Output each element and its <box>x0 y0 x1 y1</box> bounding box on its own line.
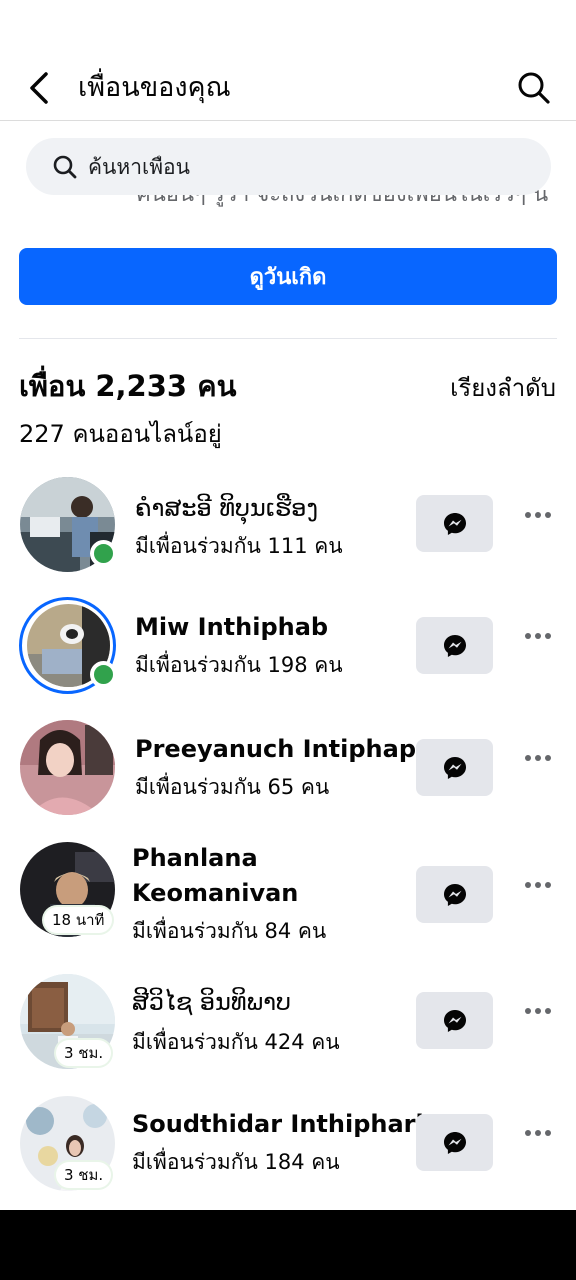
mutual-friends-count: มีเพื่อนร่วมกัน 424 คน <box>132 1030 340 1054</box>
sort-button[interactable]: เรียงลำดับ <box>450 368 556 408</box>
messenger-icon <box>443 634 466 657</box>
friend-name-line2[interactable]: Keomanivan <box>132 875 298 911</box>
friend-search-input[interactable] <box>88 154 488 179</box>
search-button[interactable] <box>514 66 554 110</box>
message-button[interactable] <box>416 495 493 552</box>
friend-row[interactable]: Preeyanuch Intiphap มีเพื่อนร่วมกัน 65 ค… <box>0 713 576 823</box>
friend-row[interactable]: 3 ชม. ສີວິໄຊ ອິນທິພາບ มีเพื่อนร่วมกัน 42… <box>0 966 576 1076</box>
section-divider <box>19 338 557 339</box>
messenger-icon <box>443 512 466 535</box>
friend-name[interactable]: Miw Inthiphab <box>135 609 328 645</box>
online-status-indicator <box>90 540 117 567</box>
mutual-friends-count: มีเพื่อนร่วมกัน 65 คน <box>135 775 330 799</box>
system-navigation-bar <box>0 1210 576 1280</box>
message-button[interactable] <box>416 992 493 1049</box>
friends-count-title: เพื่อน 2,233 คน <box>19 369 237 403</box>
friend-name[interactable]: ສີວິໄຊ ອິນທິພາບ <box>132 984 291 1020</box>
back-arrow-icon <box>30 72 48 104</box>
messenger-icon <box>443 756 466 779</box>
friend-row[interactable]: ຄຳສະອີ ທິບຸນເຮືອງ มีเพื่อนร่วมกัน 111 คน <box>0 470 576 580</box>
friend-row[interactable]: 3 ชม. Soudthidar Inthipharb มีเพื่อนร่วม… <box>0 1088 576 1198</box>
friend-search-box[interactable] <box>26 138 551 195</box>
more-options-button[interactable] <box>518 996 558 1026</box>
search-icon <box>53 155 77 178</box>
more-options-button[interactable] <box>518 621 558 651</box>
search-icon <box>518 72 550 104</box>
mutual-friends-count: มีเพื่อนร่วมกัน 198 คน <box>135 653 343 677</box>
last-active-badge: 3 ชม. <box>56 1040 112 1066</box>
mutual-friends-count: มีเพื่อนร่วมกัน 84 คน <box>132 919 327 943</box>
online-status-indicator <box>90 661 117 688</box>
messenger-icon <box>443 1009 466 1032</box>
app-header: เพื่อนของคุณ <box>0 0 576 121</box>
message-button[interactable] <box>416 739 493 796</box>
messenger-icon <box>443 883 466 906</box>
more-options-button[interactable] <box>518 870 558 900</box>
friend-row[interactable]: Miw Inthiphab มีเพื่อนร่วมกัน 198 คน <box>0 591 576 701</box>
friend-row[interactable]: 18 นาที Phanlana Keomanivan มีเพื่อนร่วม… <box>0 838 576 958</box>
messenger-icon <box>443 1131 466 1154</box>
online-count-text: 227 คนออนไลน์อยู่ <box>19 420 222 448</box>
friend-name[interactable]: Soudthidar Inthipharb <box>132 1106 433 1142</box>
message-button[interactable] <box>416 866 493 923</box>
page-title: เพื่อนของคุณ <box>78 72 231 103</box>
header-divider <box>0 120 576 121</box>
more-options-button[interactable] <box>518 743 558 773</box>
avatar-photo <box>20 720 115 815</box>
last-active-badge: 18 นาที <box>44 907 113 933</box>
more-options-button[interactable] <box>518 500 558 530</box>
friend-name-line1[interactable]: Phanlana <box>132 840 258 876</box>
message-button[interactable] <box>416 617 493 674</box>
friend-name[interactable]: Preeyanuch Intiphap <box>135 731 416 767</box>
back-button[interactable] <box>22 66 56 110</box>
friend-name[interactable]: ຄຳສະອີ ທິບຸນເຮືອງ <box>135 490 318 526</box>
message-button[interactable] <box>416 1114 493 1171</box>
mutual-friends-count: มีเพื่อนร่วมกัน 184 คน <box>132 1150 340 1174</box>
last-active-badge: 3 ชม. <box>56 1162 112 1188</box>
more-options-button[interactable] <box>518 1118 558 1148</box>
view-birthdays-button[interactable]: ดูวันเกิด <box>19 248 557 305</box>
mutual-friends-count: มีเพื่อนร่วมกัน 111 คน <box>135 534 343 558</box>
avatar[interactable] <box>20 720 115 815</box>
